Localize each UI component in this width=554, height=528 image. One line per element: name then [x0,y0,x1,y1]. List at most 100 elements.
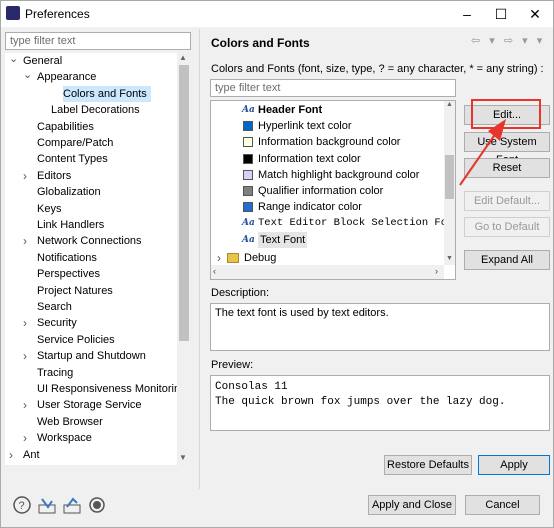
chevron-right-icon[interactable]: › [23,234,27,248]
tree-item[interactable]: Capabilities [37,119,94,135]
page-description: Colors and Fonts (font, size, type, ? = … [211,63,544,75]
page-title: Colors and Fonts [211,36,310,50]
scroll-right-icon[interactable]: › [435,266,438,276]
color-font-item[interactable]: Text Editor Block Selection Font [258,215,455,231]
tree-item[interactable]: Label Decorations [51,102,140,118]
scroll-up-icon[interactable]: ▲ [446,101,453,108]
tree-item[interactable]: Appearance [37,69,96,85]
colors-tree-vscroll[interactable]: ▲ ▼ [444,101,455,265]
tree-item[interactable]: User Storage Service [37,397,142,413]
color-font-item[interactable]: Match highlight background color [258,167,419,183]
chevron-right-icon[interactable]: › [9,448,13,462]
apply-and-close-button[interactable]: Apply and Close [368,495,456,515]
tree-item[interactable]: Project Natures [37,283,113,299]
color-swatch-icon [243,186,253,196]
history-nav-icons[interactable]: ⇦ ▾ ⇨ ▾ ▾ [471,34,545,47]
font-icon: Aa [242,105,255,115]
minimize-button[interactable]: – [453,4,481,24]
tree-item[interactable]: General [23,53,62,69]
expand-all-button[interactable]: Expand All [464,250,550,270]
close-button[interactable]: ✕ [521,4,549,24]
title-bar: Preferences – ☐ ✕ [1,1,553,27]
preview-label: Preview: [211,359,254,371]
tree-item[interactable]: Colors and Fonts [51,86,147,102]
tree-item[interactable]: Globalization [37,184,101,200]
color-swatch-icon [243,153,253,164]
preference-tree[interactable]: ⌄ General ⌄ Appearance Colors and Fonts Label… [5,53,177,465]
left-filter-input[interactable]: type filter text [5,32,191,50]
preview-line: The quick brown fox jumps over the lazy … [215,396,506,408]
tree-item[interactable]: UI Responsiveness Monitorin [37,381,177,397]
color-swatch-icon [243,121,253,132]
window-title: Preferences [25,7,90,21]
scroll-up-icon[interactable]: ▲ [179,53,187,62]
chevron-right-icon[interactable]: › [23,398,27,412]
export-icon[interactable] [63,496,81,514]
color-font-item[interactable]: Hyperlink text color [258,118,352,134]
description-label: Description: [211,287,270,299]
app-icon [6,6,20,20]
preferences-window: Preferences – ☐ ✕ type filter text ⌄ Gene… [0,0,554,528]
tree-item[interactable]: Web Browser [37,414,103,430]
chevron-down-icon[interactable]: ⌄ [23,68,32,81]
chevron-down-icon[interactable]: ⌄ [9,53,18,65]
color-font-item[interactable]: Header Font [258,102,322,118]
font-icon: Aa [242,234,255,245]
tree-item[interactable]: Workspace [37,430,92,446]
tree-item[interactable]: Search [37,299,72,315]
chevron-right-icon[interactable]: › [23,349,27,363]
description-box: The text font is used by text editors. [210,303,550,351]
tree-item[interactable]: Link Handlers [37,217,104,233]
record-icon[interactable] [88,496,106,514]
colors-filter-input[interactable]: type filter text [210,79,456,97]
tree-item[interactable]: Editors [37,168,71,184]
cancel-button[interactable]: Cancel [465,495,540,515]
restore-defaults-button[interactable]: Restore Defaults [384,455,472,475]
color-swatch-icon [243,137,253,148]
go-to-default-button[interactable]: Go to Default [464,217,550,237]
chevron-right-icon[interactable]: › [23,169,27,183]
debug-category[interactable]: Debug [244,250,276,266]
tree-item[interactable]: Tracing [37,365,73,381]
color-swatch-icon [243,202,253,213]
scroll-down-icon[interactable]: ▼ [179,453,187,462]
folder-icon [227,252,239,263]
color-font-item[interactable]: Range indicator color [258,199,362,215]
tree-item[interactable]: Service Policies [37,332,115,348]
tree-item[interactable]: Security [37,315,77,331]
tree-item[interactable]: Content Types [37,151,108,167]
scroll-left-icon[interactable]: ‹ [213,266,216,276]
tree-item[interactable]: Startup and Shutdown [37,348,146,364]
scroll-thumb[interactable] [445,155,454,199]
tree-scrollbar[interactable]: ▲ ▼ [177,53,191,465]
scroll-thumb[interactable] [179,65,189,341]
tree-item[interactable]: Notifications [37,250,97,266]
chevron-right-icon[interactable]: › [23,431,27,445]
color-font-item[interactable]: Information text color [258,151,361,167]
scroll-down-icon[interactable]: ▼ [446,255,453,262]
dialog-footer: ? Apply and Close Cancel [1,489,553,527]
import-icon[interactable] [38,496,56,514]
preview-box: Consolas 11 The quick brown fox jumps ov… [210,375,550,431]
font-icon: Aa [242,218,255,229]
chevron-right-icon[interactable]: › [23,316,27,330]
tree-item[interactable]: Network Connections [37,233,142,249]
apply-button[interactable]: Apply [478,455,550,475]
colors-tree-hscroll[interactable]: ‹ › [211,265,444,279]
help-icon[interactable]: ? [13,496,31,514]
tree-item[interactable]: Ant [23,447,40,463]
color-swatch-icon [243,169,253,180]
pane-divider[interactable] [199,29,200,489]
edit-default-button[interactable]: Edit Default... [464,191,550,211]
tree-item[interactable]: Keys [37,201,61,217]
chevron-right-icon[interactable]: › [217,251,221,265]
maximize-button[interactable]: ☐ [487,4,515,24]
colors-fonts-tree[interactable]: Aa Header Font Hyperlink text color Informa… [210,100,456,280]
annotation-arrow-icon [459,119,506,186]
color-font-item[interactable]: Qualifier information color [258,183,383,199]
color-font-item[interactable]: Text Font [258,231,308,248]
tree-item[interactable]: Compare/Patch [37,135,113,151]
svg-text:?: ? [19,500,25,512]
tree-item[interactable]: Perspectives [37,266,100,282]
color-font-item[interactable]: Information background color [258,134,400,150]
